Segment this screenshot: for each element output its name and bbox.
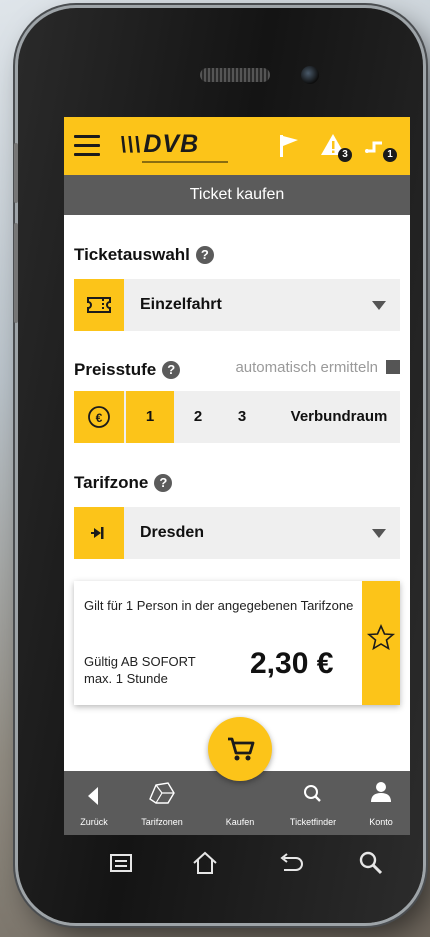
help-icon[interactable]: ? [195, 246, 214, 264]
flag-icon[interactable] [274, 131, 304, 161]
validity-line-1: Gültig AB SOFORT [84, 654, 196, 669]
route-count-badge: 1 [383, 148, 397, 162]
back-system-icon[interactable] [276, 848, 306, 878]
search-system-icon[interactable] [356, 848, 386, 878]
price-level-label: Preisstufe? [74, 360, 181, 380]
alert-count-badge: 3 [338, 148, 352, 162]
validity-line-2: max. 1 Stunde [84, 671, 168, 686]
alert-icon[interactable]: 3 [320, 131, 352, 162]
recent-apps-icon[interactable] [106, 848, 136, 878]
ticket-type-value: Einzelfahrt [140, 296, 222, 313]
chevron-down-icon [372, 529, 386, 538]
help-icon[interactable]: ? [154, 474, 173, 492]
arrow-right-bar-icon [74, 507, 124, 559]
chevron-down-icon [372, 301, 386, 310]
star-icon [366, 624, 396, 651]
tariff-zone-value: Dresden [140, 524, 205, 541]
back-icon [88, 787, 98, 805]
nav-account[interactable]: Konto [352, 771, 410, 835]
help-icon[interactable]: ? [162, 361, 181, 379]
level-option-1[interactable]: 1 [126, 391, 174, 443]
cart-icon [228, 737, 255, 761]
ticket-description: Gilt für 1 Person in der angegebenen Tar… [84, 598, 354, 613]
speaker-grille [200, 68, 270, 82]
search-icon [304, 785, 321, 802]
app-bar: \\\DVB 3 1 [64, 117, 410, 175]
ticket-icon [74, 279, 124, 331]
system-navigation-bar [64, 840, 410, 882]
side-button-2 [14, 223, 18, 323]
ticket-validity: Gültig AB SOFORT max. 1 Stunde [84, 653, 244, 687]
level-option-3[interactable]: 3 [222, 391, 262, 443]
ticket-summary-card: Gilt für 1 Person in der angegebenen Tar… [74, 581, 400, 705]
page-title: Ticket kaufen [64, 175, 410, 215]
euro-icon: € [74, 391, 124, 443]
route-icon[interactable]: 1 [364, 131, 397, 162]
level-option-2[interactable]: 2 [178, 391, 218, 443]
price-level-selector: € 1 2 3 Verbundraum [74, 391, 400, 443]
ticket-type-select[interactable]: Einzelfahrt [74, 279, 400, 331]
logo-underline [142, 161, 228, 163]
dvb-logo: \\\DVB [120, 130, 200, 158]
euro-symbol: € [96, 411, 103, 425]
checkbox[interactable] [386, 360, 400, 374]
buy-fab-button[interactable] [208, 717, 272, 781]
user-icon [371, 782, 391, 802]
home-icon[interactable] [190, 848, 220, 878]
menu-icon[interactable] [74, 135, 100, 157]
nav-back[interactable]: Zurück [64, 771, 124, 835]
level-option-verbundraum[interactable]: Verbundraum [278, 391, 400, 443]
map-zones-icon [149, 782, 175, 804]
auto-determine-toggle[interactable]: automatisch ermitteln [235, 359, 400, 376]
tariff-zone-select[interactable]: Dresden [74, 507, 400, 559]
tariff-zone-label: Tarifzone? [74, 473, 173, 493]
front-camera [301, 66, 319, 84]
ticket-price: 2,30 € [250, 647, 334, 680]
nav-ticketfinder[interactable]: Ticketfinder [274, 771, 352, 835]
side-button [14, 143, 18, 203]
ticket-selection-label: Ticketauswahl? [74, 245, 214, 265]
nav-zones[interactable]: Tarifzonen [124, 771, 200, 835]
favorite-button[interactable] [362, 581, 400, 705]
app-screen: \\\DVB 3 1 Ticket kaufen Ticketauswahl ?… [64, 117, 410, 835]
